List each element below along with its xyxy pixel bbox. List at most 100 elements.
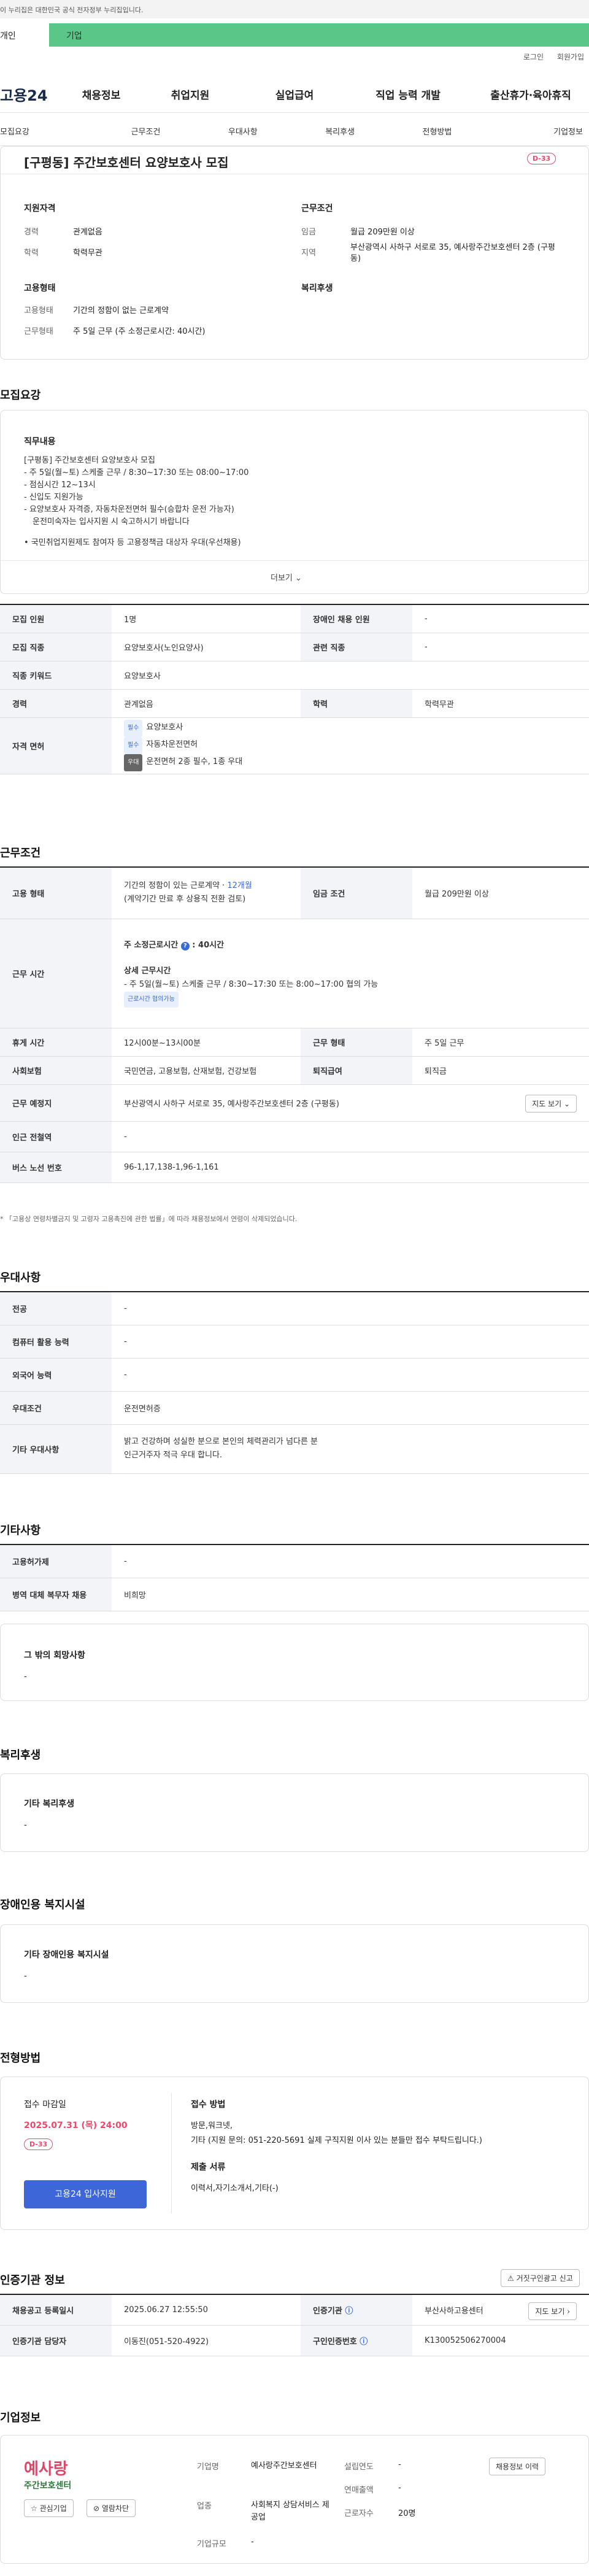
workcond-heading: 근무조건 <box>0 847 41 860</box>
sub-tabs: 모집요강 근무조건 우대사항 복리후생 전형방법 기업정보 <box>0 117 589 146</box>
welfare-card-title: 기타 복리후생 <box>24 1799 75 1809</box>
docs-value: 이력서,자기소개서,기타(-) <box>191 2184 279 2193</box>
login-link[interactable]: 로그인 <box>523 53 544 61</box>
workcond-table: 고용 형태 기간의 정함이 있는 근로계약 · 12개월 (계약기간 만료 후 상… <box>0 866 589 1183</box>
tab-corporate[interactable]: 기업 <box>49 23 589 47</box>
subtab-pref[interactable]: 우대사항 <box>194 125 291 137</box>
main-nav: 고용24 채용정보 취업지원 실업급여 직업 능력 개발 출산휴가·육아휴직 <box>0 76 589 113</box>
recruit-table: 모집 인원 1명 장애인 채용 인원 - 모집 직종 요양보호사(노인요양사) 관련 … <box>0 604 589 774</box>
cond-title: 근무조건 <box>301 204 333 214</box>
subtab-selection[interactable]: 전형방법 <box>388 125 485 137</box>
site-logo[interactable]: 고용24 <box>0 83 67 105</box>
welfare-card-value: - <box>24 1821 27 1830</box>
tab-individual[interactable]: 개인 <box>0 23 49 47</box>
company-card: 예사랑 주간보호센터 ☆ 관심기업 ⊘ 열람차단 기업명 예사랑주간보호센터 업… <box>0 2435 589 2564</box>
founded-value: - <box>398 2460 401 2469</box>
employees-value: 20명 <box>398 2509 416 2518</box>
edu-label: 학력 <box>24 249 39 258</box>
apply-button[interactable]: 고용24 입사지원 <box>24 2180 147 2208</box>
emp-label: 고용형태 <box>24 306 53 315</box>
selection-heading: 전형방법 <box>0 2052 41 2065</box>
career-value: 관계없음 <box>73 228 102 237</box>
nav-parental-leave[interactable]: 출산휴가·육아휴직 <box>472 87 589 102</box>
docs-title: 제출 서류 <box>191 2162 226 2172</box>
block-icon: ⊘ <box>93 2504 100 2513</box>
company-heading: 기업정보 <box>0 2412 41 2424</box>
disability-card-value: - <box>24 1972 27 1981</box>
location-label: 지역 <box>301 249 316 258</box>
welfare-card: 기타 복리후생 - <box>0 1773 589 1852</box>
welfare-heading: 복리후생 <box>0 1749 41 1762</box>
util-links: 로그인 회원가입 <box>0 47 589 65</box>
cert-map-button[interactable]: 지도 보기 › <box>528 2302 577 2320</box>
method-value-1: 방문,워크넷, <box>191 2121 233 2131</box>
info-icon[interactable]: ⓘ <box>360 2337 368 2347</box>
cert-heading: 인증기관 정보 <box>0 2274 65 2287</box>
wage-value: 월급 209만원 이상 <box>350 228 415 237</box>
duty-title: 직무내용 <box>24 437 56 447</box>
employees-label: 근로자수 <box>344 2509 374 2518</box>
nav-training[interactable]: 직업 능력 개발 <box>344 87 472 102</box>
location-value: 부산광역시 사하구 서로로 35, 예사랑주간보호센터 2층 (구평동) <box>350 243 555 263</box>
work-label: 근무형태 <box>24 327 53 336</box>
industry-label: 업종 <box>197 2502 212 2511</box>
info-icon[interactable]: ? <box>180 942 190 951</box>
block-view-button[interactable]: ⊘ 열람차단 <box>87 2499 136 2517</box>
emp-value: 기간의 정함이 없는 근로계약 <box>73 306 169 315</box>
sales-value: - <box>398 2483 401 2493</box>
subtab-company[interactable]: 기업정보 <box>486 125 589 137</box>
work-value: 주 5일 근무 (주 소정근로시간: 40시간) <box>73 327 206 336</box>
sales-label: 연매출액 <box>344 2486 374 2495</box>
deadline-value: 2025.07.31 (목) 24:00 <box>24 2121 128 2131</box>
subtab-recruit[interactable]: 모집요강 <box>0 125 97 137</box>
selection-card: 접수 마감일 2025.07.31 (목) 24:00 D-33 고용24 입사… <box>0 2077 589 2230</box>
other-wish-value: - <box>24 1672 27 1681</box>
disability-card-title: 기타 장애인용 복지시설 <box>24 1950 109 1960</box>
more-button[interactable]: 더보기 ⌄ <box>271 571 302 583</box>
company-logo: 예사랑 주간보호센터 <box>24 2460 72 2491</box>
job-history-button[interactable]: 채용정보 이력 <box>489 2458 546 2475</box>
pref-heading: 우대사항 <box>0 1271 41 1284</box>
company-name-label: 기업명 <box>197 2462 219 2472</box>
deadline-title: 접수 마감일 <box>24 2100 66 2110</box>
disability-heading: 장애인용 복지시설 <box>0 1899 85 1911</box>
report-fake-ad-button[interactable]: ⚠ 거짓구인광고 신고 <box>501 2269 580 2287</box>
wage-label: 임금 <box>301 228 316 237</box>
fav-company-button[interactable]: ☆ 관심기업 <box>24 2499 74 2517</box>
cert-table: 채용공고 등록일시 2025.06.27 12:55:50 인증기관 ⓘ 부산사하… <box>0 2294 589 2356</box>
disability-card: 기타 장애인용 복지시설 - <box>0 1924 589 2003</box>
recruit-heading: 모집요강 <box>0 389 41 402</box>
career-label: 경력 <box>24 228 39 237</box>
other-wish-card: 그 밖의 회망사항 - <box>0 1624 589 1701</box>
duty-content: [구평동] 주간보호센터 요양보호사 모집 - 주 5일(월~토) 스케줄 근무… <box>24 456 249 547</box>
company-name: 예사랑주간보호센터 <box>251 2461 317 2470</box>
chevron-down-icon: ⌄ <box>295 574 302 583</box>
deadline-dday-badge: D-33 <box>24 2138 53 2150</box>
age-note: * 「고용상 연령차별금지 및 고령자 고용촉진에 관한 법률」에 따라 채용정… <box>0 1215 298 1223</box>
nav-unemployment[interactable]: 실업급여 <box>245 87 344 102</box>
warning-icon: ⚠ <box>507 2274 514 2283</box>
subtab-workcond[interactable]: 근무조건 <box>97 125 194 137</box>
star-icon: ☆ <box>31 2504 37 2513</box>
qual-title: 지원자격 <box>24 204 56 214</box>
duty-card: 직무내용 [구평동] 주간보호센터 요양보호사 모집 - 주 5일(월~토) 스… <box>0 410 589 594</box>
industry-value: 사회복지 상담서비스 제공업 <box>251 2501 329 2522</box>
subtab-welfare[interactable]: 복리후생 <box>291 125 388 137</box>
job-title: [구평동] 주간보호센터 요양보호사 모집 <box>24 155 229 170</box>
signup-link[interactable]: 회원가입 <box>557 53 584 61</box>
map-button[interactable]: 지도 보기 ⌄ <box>525 1094 577 1113</box>
pref-table: 전공 - 컴퓨터 활용 능력 - 외국어 능력 - 우대조건 운전면허증 기타 우대사항… <box>0 1291 589 1474</box>
emp-title: 고용형태 <box>24 283 56 293</box>
gov-banner: 이 누리집은 대한민국 공식 전자정부 누리집입니다. <box>0 0 589 18</box>
nav-employment-support[interactable]: 취업지원 <box>135 87 245 102</box>
welfare-title: 복리후생 <box>301 283 333 293</box>
etc-table: 고용허가제 - 병역 대체 복무자 채용 비희망 <box>0 1544 589 1611</box>
method-value-2: 기타 (지원 문의: 051-220-5691 실제 구직지원 이사 있는 분들… <box>191 2136 482 2145</box>
size-label: 기업규모 <box>197 2540 226 2549</box>
info-icon[interactable]: ⓘ <box>345 2307 353 2316</box>
size-value: - <box>251 2537 254 2547</box>
etc-heading: 기타사항 <box>0 1524 41 1537</box>
edu-value: 학력무관 <box>73 249 102 258</box>
job-summary-card: [구평동] 주간보호센터 요양보호사 모집 D-33 지원자격 경력 관계없음 … <box>0 146 589 360</box>
nav-jobs[interactable]: 채용정보 <box>67 87 135 102</box>
